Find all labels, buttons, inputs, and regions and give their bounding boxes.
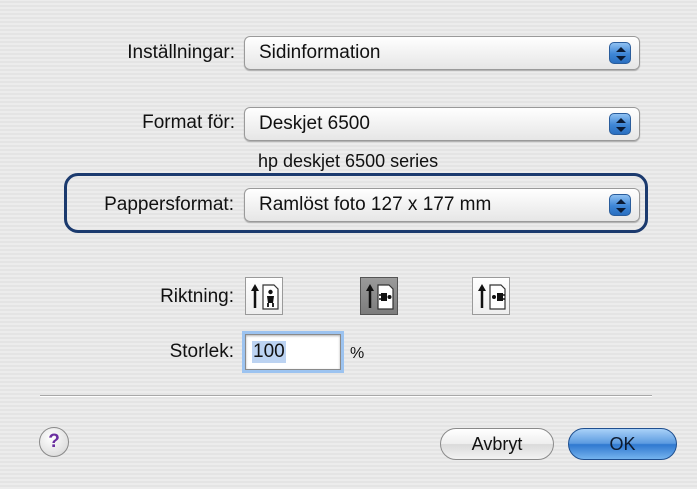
settings-label: Inställningar:: [127, 42, 235, 63]
paper-size-popup[interactable]: Ramlöst foto 127 x 177 mm: [244, 188, 640, 222]
landscape-left-orientation-icon: [366, 284, 394, 310]
printer-description: hp deskjet 6500 series: [258, 151, 439, 171]
ok-button[interactable]: OK: [568, 428, 677, 460]
page-setup-dialog: Inställningar: Sidinformation Format för…: [0, 0, 697, 489]
divider: [40, 395, 652, 397]
scale-unit: %: [350, 345, 365, 362]
scale-value: 100: [252, 341, 286, 363]
orientation-landscape-right-button[interactable]: [472, 277, 510, 315]
settings-value: Sidinformation: [259, 42, 381, 63]
scale-input[interactable]: 100: [245, 334, 341, 370]
format-for-label: Format för:: [142, 112, 235, 133]
format-for-popup[interactable]: Deskjet 6500: [244, 107, 640, 141]
popup-arrows-icon: [609, 113, 631, 135]
settings-popup[interactable]: Sidinformation: [244, 36, 640, 70]
help-button[interactable]: ?: [39, 427, 69, 457]
paper-size-value: Ramlöst foto 127 x 177 mm: [259, 194, 492, 215]
orientation-landscape-left-button[interactable]: [360, 277, 398, 315]
scale-label: Storlek:: [169, 341, 234, 362]
popup-arrows-icon: [609, 42, 631, 64]
orientation-label: Riktning:: [160, 286, 234, 307]
format-for-value: Deskjet 6500: [259, 113, 370, 134]
cancel-button[interactable]: Avbryt: [440, 428, 554, 460]
popup-arrows-icon: [609, 194, 631, 216]
landscape-right-orientation-icon: [478, 284, 506, 310]
orientation-portrait-button[interactable]: [245, 277, 283, 315]
portrait-orientation-icon: [251, 284, 279, 310]
paper-size-label: Pappersformat:: [104, 194, 234, 215]
